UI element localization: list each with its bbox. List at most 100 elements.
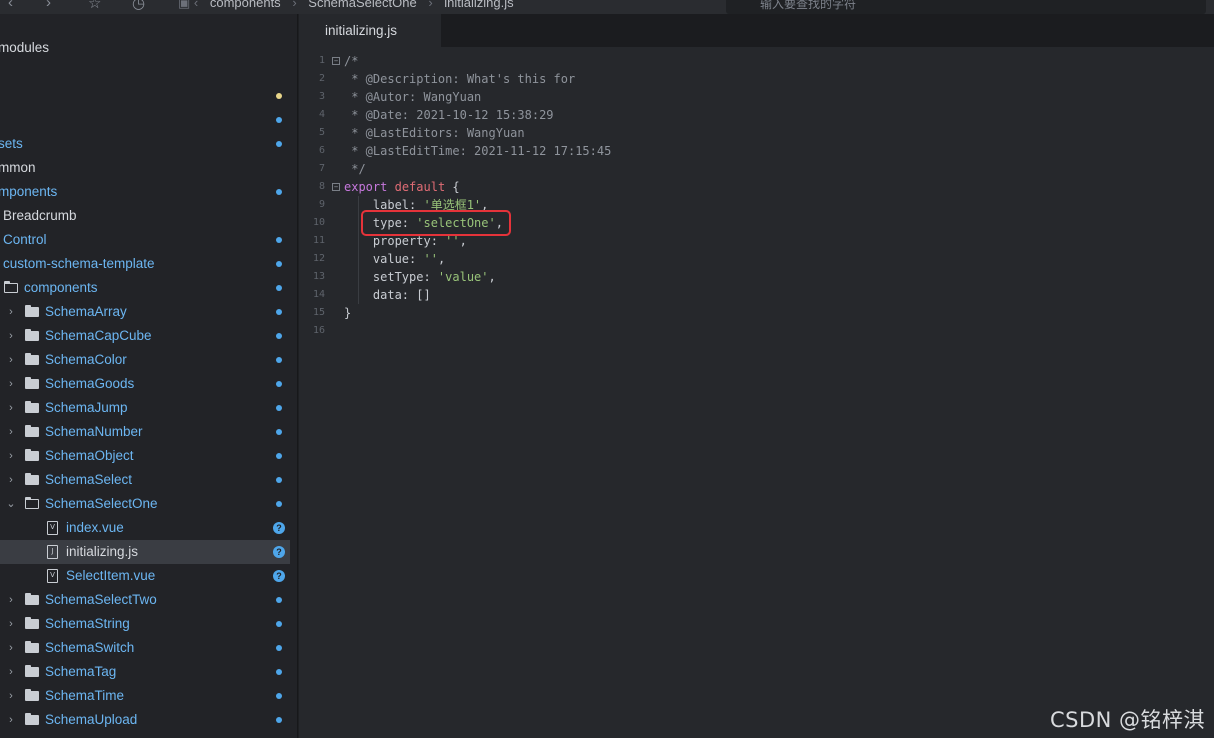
fold-toggle-icon[interactable]: − (332, 183, 340, 191)
tree-item[interactable]: V SelectItem.vue? (0, 564, 290, 588)
chevron-right-icon[interactable]: › (6, 372, 16, 396)
chevron-right-icon[interactable]: › (6, 588, 16, 612)
code-line[interactable]: 16 (299, 322, 1214, 340)
tree-item[interactable]: ⌄ SchemaSelectOne (0, 492, 290, 516)
tree-item[interactable]: sets (0, 132, 290, 156)
code-text: * @Autor: WangYuan (344, 88, 481, 106)
code-line[interactable]: 7 */ (299, 160, 1214, 178)
chevron-right-icon[interactable]: › (6, 420, 16, 444)
line-number: 9 (318, 199, 325, 210)
code-line[interactable]: 4 * @Date: 2021-10-12 15:38:29 (299, 106, 1214, 124)
line-number: 10 (312, 217, 325, 228)
line-number: 12 (312, 253, 325, 264)
git-status-dot (276, 93, 282, 99)
code-line[interactable]: 5 * @LastEditors: WangYuan (299, 124, 1214, 142)
tree-item[interactable]: › SchemaJump (0, 396, 290, 420)
tree-item[interactable]: › SchemaNumber (0, 420, 290, 444)
tree-item[interactable]: › SchemaColor (0, 348, 290, 372)
tree-item[interactable]: › SchemaObject (0, 444, 290, 468)
tree-item[interactable]: mmon (0, 156, 290, 180)
code-text: value: '', (344, 250, 445, 268)
tree-item[interactable] (0, 84, 290, 108)
code-line[interactable]: 14 data: [] (299, 286, 1214, 304)
tree-item[interactable]: › SchemaCapCube (0, 324, 290, 348)
tree-item[interactable]: › SchemaTime (0, 684, 290, 708)
fold-toggle-icon[interactable]: − (332, 57, 340, 65)
code-text: * @LastEditors: WangYuan (344, 124, 525, 142)
chevron-right-icon[interactable]: › (6, 396, 16, 420)
chevron-right-icon[interactable]: › (46, 0, 51, 11)
chevron-right-icon[interactable]: › (6, 612, 16, 636)
code-line[interactable]: 6 * @LastEditTime: 2021-11-12 17:15:45 (299, 142, 1214, 160)
code-text: data: [] (344, 286, 431, 304)
chevron-right-icon[interactable]: › (6, 444, 16, 468)
breadcrumb-item[interactable]: SchemaSelectOne (308, 0, 416, 10)
tree-item[interactable]: › SchemaArray (0, 300, 290, 324)
clock-icon[interactable]: ◷ (132, 0, 145, 12)
tree-item[interactable]: Breadcrumb (0, 204, 290, 228)
file-explorer: modules sets mmon mponents Breadcrumb Control… (0, 14, 298, 738)
code-token: data: [] (344, 288, 431, 302)
tree-item[interactable]: custom-schema-template (0, 252, 290, 276)
tree-item[interactable] (0, 108, 290, 132)
tree-item[interactable] (0, 60, 290, 84)
untracked-status-icon: ? (273, 570, 285, 582)
chevron-right-icon[interactable]: › (6, 660, 16, 684)
tree-item-label: components (24, 280, 98, 295)
chevron-right-icon[interactable]: › (6, 300, 16, 324)
vue-file-icon: V (47, 569, 58, 583)
tree-item-label: SchemaSelectOne (45, 496, 158, 511)
tree-item[interactable]: › SchemaSwitch (0, 636, 290, 660)
star-icon[interactable]: ☆ (88, 0, 101, 12)
code-editor[interactable]: 1−/* 2 * @Description: What's this for 3 *… (299, 47, 1214, 738)
breadcrumb-item[interactable]: initializing.js (444, 0, 513, 10)
code-text: /* (344, 52, 358, 70)
tree-item[interactable]: components (0, 276, 290, 300)
tree-item[interactable]: › SchemaSelectTwo (0, 588, 290, 612)
tree-item[interactable]: Vindex.vue? (0, 516, 290, 540)
chevron-right-icon[interactable]: › (6, 636, 16, 660)
code-line[interactable]: 15} (299, 304, 1214, 322)
folder-open-icon (24, 496, 39, 509)
folder-icon (25, 713, 39, 725)
tree-item[interactable]: modules (0, 36, 290, 60)
code-text: * @Description: What's this for (344, 70, 575, 88)
git-status-dot (276, 453, 282, 459)
tree-item[interactable]: › SchemaUpload (0, 708, 290, 732)
code-token: export (344, 180, 388, 194)
tab-initializing-js[interactable]: initializing.js (299, 14, 441, 47)
code-line[interactable]: 2 * @Description: What's this for (299, 70, 1214, 88)
code-token: * @LastEditors: WangYuan (344, 126, 525, 140)
code-line[interactable]: 3 * @Autor: WangYuan (299, 88, 1214, 106)
tree-item-label: SchemaGoods (45, 376, 135, 391)
tree-item[interactable]: › SchemaSelect (0, 468, 290, 492)
breadcrumb-item[interactable]: components (210, 0, 281, 10)
search-input[interactable]: 输入要查找的字符 (726, 0, 1206, 14)
chevron-right-icon[interactable]: › (6, 348, 16, 372)
tree-item-label: SchemaTag (45, 664, 117, 679)
tree-item[interactable]: Jinitializing.js? (0, 540, 290, 564)
tree-item[interactable]: › SchemaTag (0, 660, 290, 684)
tree-item[interactable]: › SchemaString (0, 612, 290, 636)
line-number: 1 (318, 55, 325, 66)
tree-item[interactable]: › SchemaGoods (0, 372, 290, 396)
chevron-right-icon[interactable]: › (6, 708, 16, 732)
code-line[interactable]: 1−/* (299, 52, 1214, 70)
folder-icon (25, 665, 39, 677)
tree-item[interactable]: Control (0, 228, 290, 252)
git-status-dot (276, 285, 282, 291)
tree-item[interactable]: mponents (0, 180, 290, 204)
chevron-right-icon[interactable]: › (6, 684, 16, 708)
chevron-left-icon[interactable]: ‹ (8, 0, 13, 11)
chevron-down-icon[interactable]: ⌄ (6, 492, 16, 516)
line-number: 6 (318, 145, 325, 156)
code-text: */ (344, 160, 365, 178)
git-status-dot (276, 189, 282, 195)
chevron-right-icon[interactable]: › (6, 324, 16, 348)
code-line[interactable]: 8− export default { (299, 178, 1214, 196)
tree-item-label: SchemaSwitch (45, 640, 135, 655)
chevron-right-icon[interactable]: › (6, 468, 16, 492)
code-line[interactable]: 12 value: '', (299, 250, 1214, 268)
code-line[interactable]: 13 setType: 'value', (299, 268, 1214, 286)
